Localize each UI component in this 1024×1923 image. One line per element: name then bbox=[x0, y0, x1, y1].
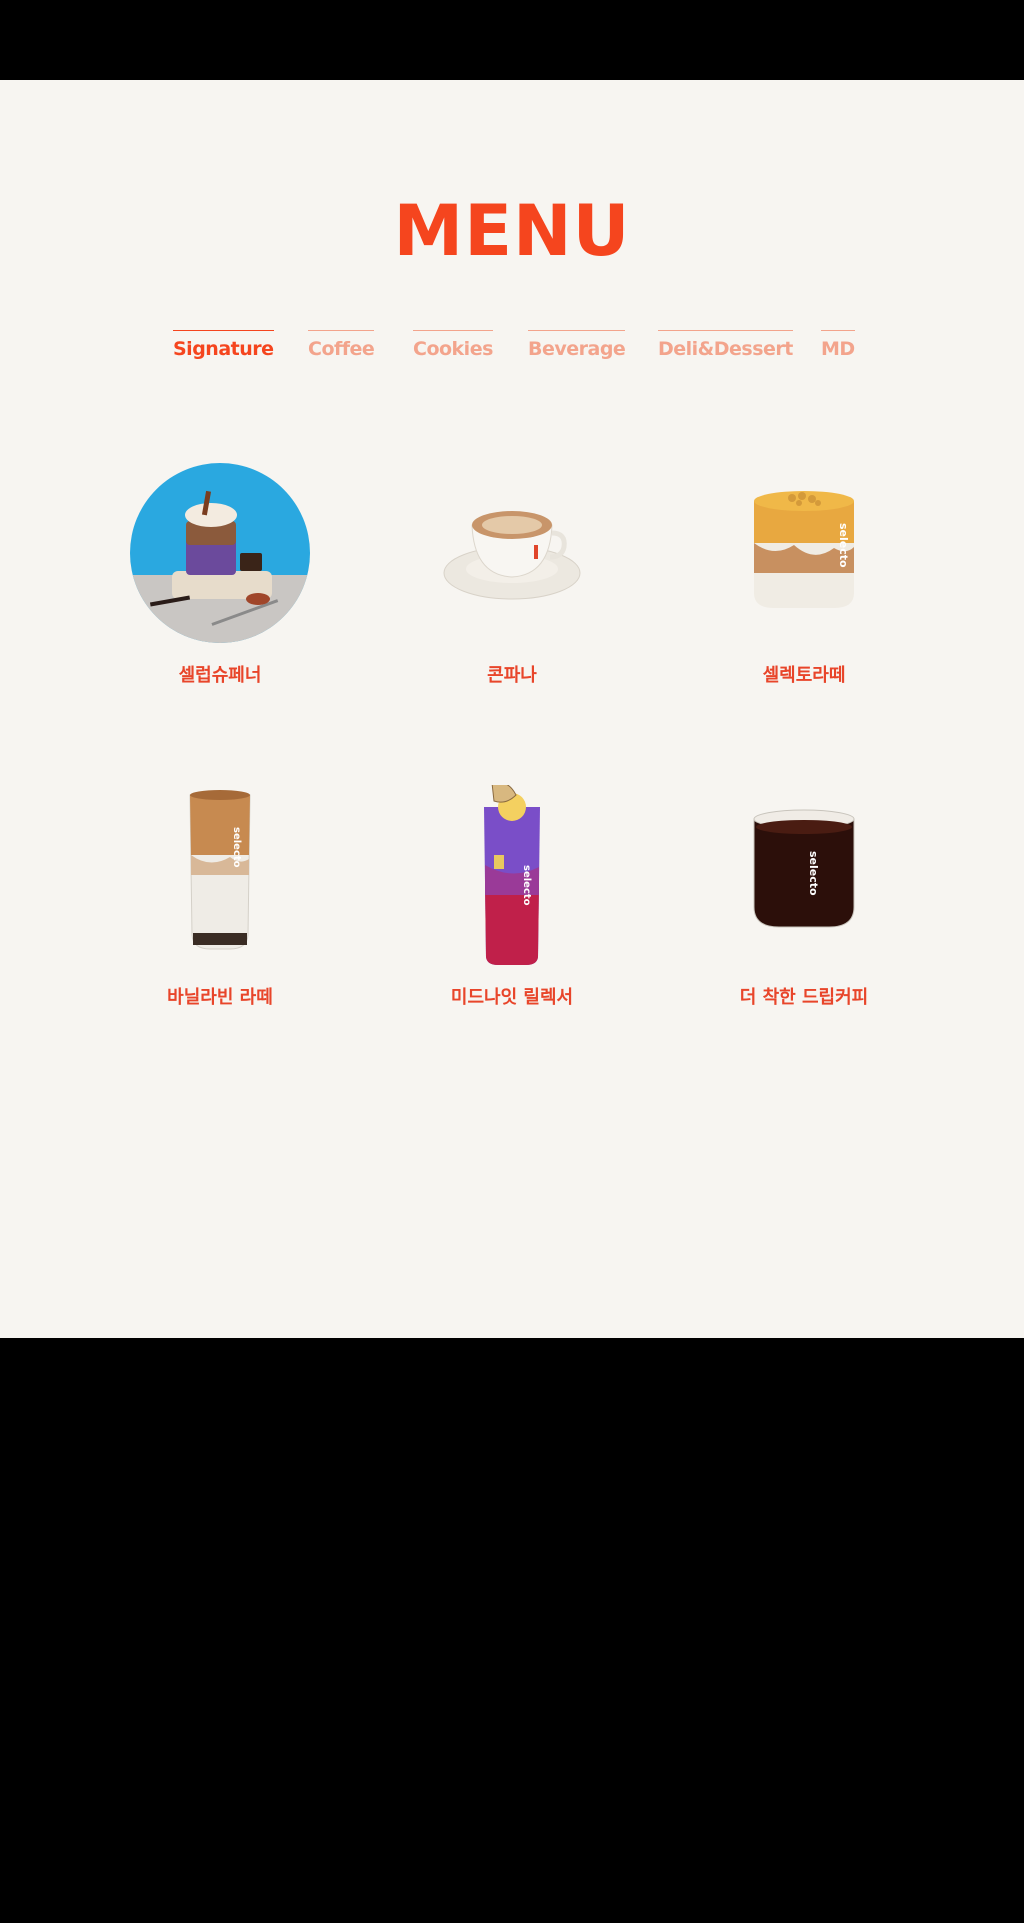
page-title: MENU bbox=[393, 190, 631, 272]
tab-signature[interactable]: Signature bbox=[173, 330, 274, 360]
vanilla-bean-latte-image: selecto bbox=[130, 785, 310, 965]
tab-cookies[interactable]: Cookies bbox=[413, 330, 493, 360]
menu-item-drip-coffee[interactable]: selecto 더 착한 드립커피 bbox=[704, 785, 904, 1009]
menu-item-name: 콘파나 bbox=[487, 665, 537, 686]
top-black-bar bbox=[0, 0, 1024, 80]
selecto-latte-image: selecto bbox=[714, 463, 894, 643]
tab-coffee[interactable]: Coffee bbox=[308, 330, 375, 360]
celeb-einspanner-image bbox=[130, 463, 310, 643]
menu-item-midnight-relaxer[interactable]: selecto 미드나잇 릴렉서 bbox=[412, 785, 612, 1009]
category-tabs: Signature Coffee Cookies Beverage Deli&D… bbox=[0, 330, 1024, 370]
menu-item-con-panna[interactable]: 콘파나 bbox=[412, 463, 612, 687]
tab-md[interactable]: MD bbox=[821, 330, 855, 360]
midnight-relaxer-image: selecto bbox=[422, 785, 602, 965]
menu-item-name: 더 착한 드립커피 bbox=[739, 987, 869, 1008]
menu-item-name: 바닐라빈 라떼 bbox=[167, 987, 273, 1008]
svg-text:selecto: selecto bbox=[231, 827, 242, 868]
menu-item-selecto-latte[interactable]: selecto 셀렉토라떼 bbox=[704, 463, 904, 687]
tab-beverage[interactable]: Beverage bbox=[528, 330, 626, 360]
menu-item-name: 미드나잇 릴렉서 bbox=[450, 987, 574, 1008]
menu-item-name: 셀럽슈페너 bbox=[178, 665, 262, 686]
menu-item-celeb-einspanner[interactable]: 셀럽슈페너 bbox=[120, 463, 320, 687]
svg-text:selecto: selecto bbox=[807, 851, 820, 896]
tab-deli-dessert[interactable]: Deli&Dessert bbox=[658, 330, 793, 360]
svg-text:selecto: selecto bbox=[521, 865, 532, 906]
menu-page: MENU Signature Coffee Cookies Beverage D… bbox=[0, 80, 1024, 1338]
con-panna-image bbox=[422, 463, 602, 643]
bottom-black-area bbox=[0, 1338, 1024, 1923]
drip-coffee-image: selecto bbox=[714, 785, 894, 965]
menu-item-vanilla-bean-latte[interactable]: selecto 바닐라빈 라떼 bbox=[120, 785, 320, 1009]
svg-text:selecto: selecto bbox=[837, 523, 850, 568]
menu-item-name: 셀렉토라떼 bbox=[762, 665, 846, 686]
